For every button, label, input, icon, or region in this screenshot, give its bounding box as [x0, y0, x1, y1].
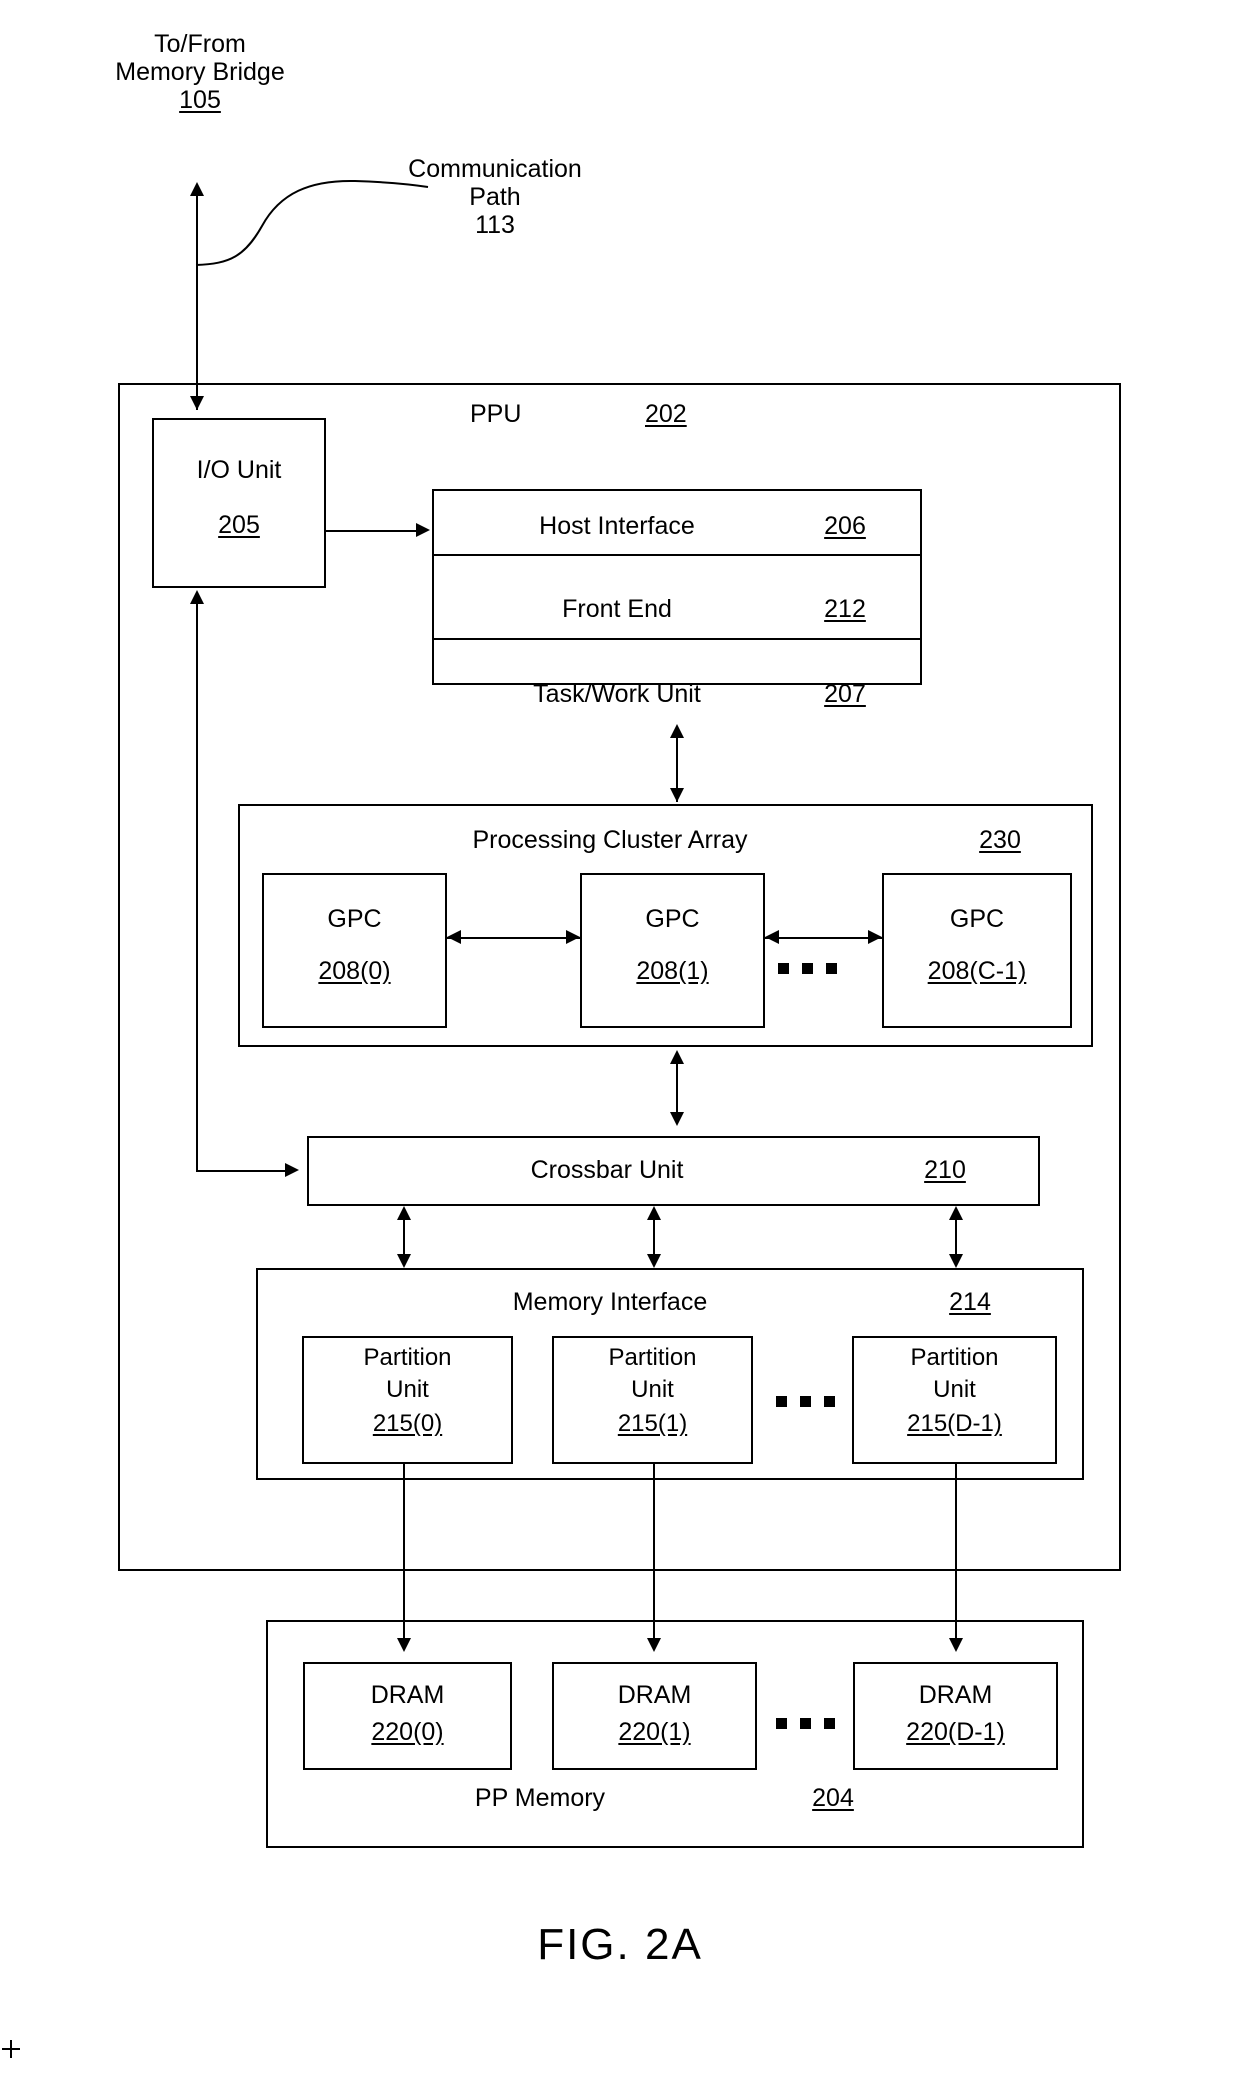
callout-communication-path: Communication Path 113	[345, 155, 645, 239]
io-unit-label: I/O Unit	[196, 456, 282, 484]
partition-dram-line-2	[955, 1464, 957, 1646]
ppu-ref: 202	[645, 400, 687, 428]
gpc0-gpc1-arrow-right	[566, 930, 580, 944]
partition-unit-line1-1: Partition	[608, 1344, 697, 1371]
callout-communication-path-line1: Communication	[408, 155, 582, 183]
dram-label-0: DRAM	[370, 1681, 445, 1709]
front-end-label: Front End	[562, 595, 672, 623]
io-to-host-line	[326, 530, 424, 532]
io-unit-box	[152, 418, 326, 588]
gpc-box-2	[882, 873, 1072, 1028]
callout-communication-path-ref: 113	[475, 211, 515, 239]
io-unit-ref: 205	[218, 511, 260, 539]
callout-memory-bridge: To/From Memory Bridge 105	[60, 30, 340, 114]
registration-mark	[2, 2040, 20, 2058]
io-feedback-vline	[196, 600, 198, 1170]
callout-memory-bridge-line2: Memory Bridge	[115, 58, 285, 86]
host-interface-label: Host Interface	[539, 512, 695, 540]
callout-communication-path-line2: Path	[469, 183, 521, 211]
host-interface-ref: 206	[824, 512, 866, 540]
gpc-box-1	[580, 873, 765, 1028]
io-to-host-arrow	[416, 523, 430, 537]
crossbar-mem-arrow-down-0	[397, 1254, 411, 1268]
callout-memory-bridge-ref: 105	[179, 86, 221, 114]
partition-dram-line-0	[403, 1464, 405, 1646]
gpc-label-1: GPC	[645, 905, 700, 933]
front-stack-divider-2	[432, 638, 922, 640]
patent-figure-page: To/From Memory Bridge 105 Communication …	[0, 0, 1240, 2081]
partition-unit-ref-0: 215(0)	[372, 1410, 443, 1437]
crossbar-mem-arrow-down-2	[949, 1254, 963, 1268]
dram-ellipsis	[776, 1718, 835, 1729]
processing-cluster-array-ref: 230	[979, 826, 1021, 854]
io-feedback-hline	[196, 1170, 293, 1172]
crossbar-mem-arrow-up-1	[647, 1206, 661, 1220]
figure-caption: FIG. 2A	[537, 1920, 703, 1969]
partition-unit-ref-2: 215(D-1)	[907, 1410, 1002, 1437]
pp-memory-label: PP Memory	[474, 1784, 606, 1812]
task-work-unit-ref: 207	[824, 680, 866, 708]
pca-to-crossbar-arrow-up	[670, 1050, 684, 1064]
gpc1-gpcn-arrow-left	[765, 930, 779, 944]
gpc-ref-1: 208(1)	[636, 957, 709, 985]
pca-to-crossbar-arrow-down	[670, 1112, 684, 1126]
dram-ref-0: 220(0)	[371, 1718, 444, 1746]
ppu-title: PPU	[470, 400, 522, 428]
partition-unit-line2-0: Unit	[386, 1376, 429, 1403]
dram-label-1: DRAM	[617, 1681, 692, 1709]
front-stack-divider-1	[432, 554, 922, 556]
crossbar-mem-arrow-up-0	[397, 1206, 411, 1220]
gpc0-gpc1-line	[447, 937, 580, 939]
partition-unit-ref-1: 215(1)	[617, 1410, 688, 1437]
crossbar-mem-arrow-down-1	[647, 1254, 661, 1268]
gpc-ref-2: 208(C-1)	[927, 957, 1027, 985]
crossbar-unit-ref: 210	[924, 1156, 966, 1184]
dram-box-1	[552, 1662, 757, 1770]
gpc1-gpcn-arrow-right	[868, 930, 882, 944]
callout-memory-bridge-line1: To/From	[154, 30, 246, 58]
dram-box-0	[303, 1662, 512, 1770]
memory-interface-ref: 214	[949, 1288, 991, 1316]
pp-memory-ref: 204	[812, 1784, 854, 1812]
partition-unit-line1-0: Partition	[363, 1344, 452, 1371]
taskwork-to-pca-arrow-up	[670, 724, 684, 738]
io-feedback-arrow-up	[190, 590, 204, 604]
gpc-label-0: GPC	[327, 905, 382, 933]
partition-unit-line1-2: Partition	[910, 1344, 999, 1371]
partition-unit-line2-1: Unit	[631, 1376, 674, 1403]
processing-cluster-array-label: Processing Cluster Array	[472, 826, 748, 854]
gpc-ellipsis	[778, 963, 837, 974]
dram-ref-1: 220(1)	[618, 1718, 691, 1746]
partition-unit-line2-2: Unit	[933, 1376, 976, 1403]
dram-box-2	[853, 1662, 1058, 1770]
crossbar-mem-arrow-up-2	[949, 1206, 963, 1220]
gpc0-gpc1-arrow-left	[447, 930, 461, 944]
taskwork-to-pca-arrow-down	[670, 788, 684, 802]
partition-unit-ellipsis	[776, 1396, 835, 1407]
io-feedback-arrow-right	[285, 1163, 299, 1177]
gpc-ref-0: 208(0)	[318, 957, 391, 985]
crossbar-unit-label: Crossbar Unit	[530, 1156, 684, 1184]
memory-interface-label: Memory Interface	[512, 1288, 708, 1316]
task-work-unit-label: Task/Work Unit	[533, 680, 701, 708]
gpc1-gpcn-line	[765, 937, 882, 939]
partition-dram-line-1	[653, 1464, 655, 1646]
gpc-label-2: GPC	[949, 905, 1005, 933]
dram-label-2: DRAM	[918, 1681, 993, 1709]
front-end-ref: 212	[824, 595, 866, 623]
dram-ref-2: 220(D-1)	[906, 1718, 1005, 1746]
gpc-box-0	[262, 873, 447, 1028]
